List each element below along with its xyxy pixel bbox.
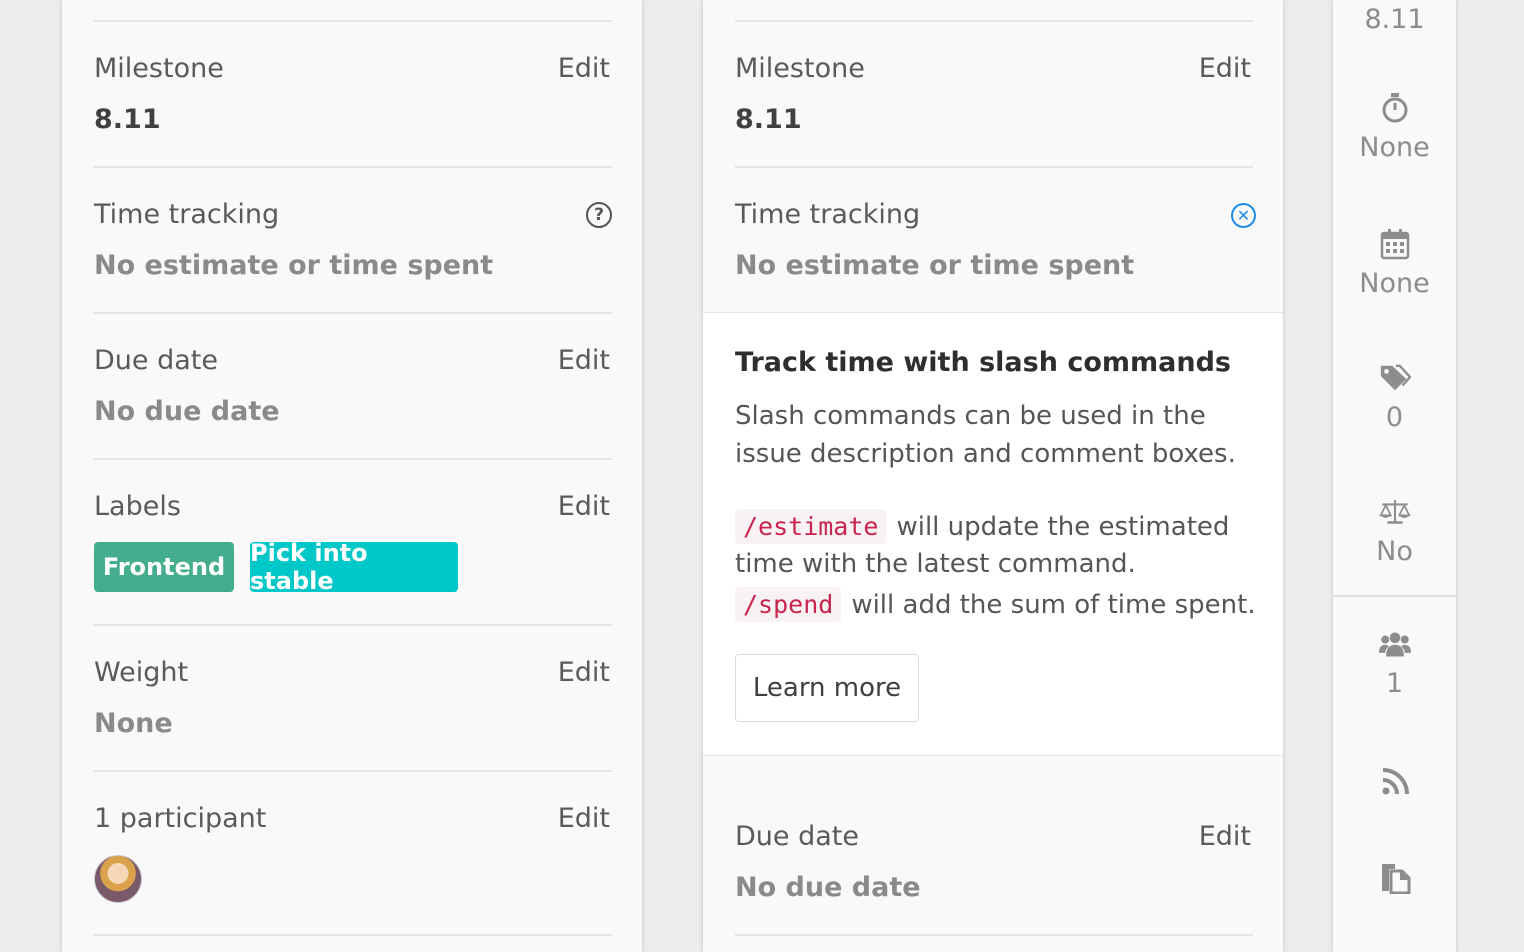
close-circle-icon[interactable]: ✕ — [1231, 203, 1256, 228]
divider — [94, 166, 612, 168]
due-date-label: Due date — [735, 821, 859, 852]
time-tracking-help-popover: Track time with slash commands Slash com… — [703, 312, 1283, 756]
balance-scale-icon — [1378, 496, 1411, 528]
participants-count: 1 — [1385, 668, 1404, 699]
due-date-value: No due date — [94, 396, 280, 427]
divider — [94, 934, 612, 936]
issue-sidebar-left: Milestone Edit 8.11 Time tracking ? No e… — [62, 0, 642, 952]
milestone-label: Milestone — [735, 53, 865, 84]
divider — [94, 312, 612, 314]
estimate-code: /estimate — [735, 509, 887, 544]
participant-avatar[interactable] — [94, 855, 142, 903]
estimate-line-2: time with the latest command. — [735, 549, 1136, 579]
stopwatch-icon — [1379, 92, 1411, 124]
copy-icon — [1379, 862, 1411, 894]
learn-more-button[interactable]: Learn more — [735, 654, 919, 722]
divider — [735, 166, 1253, 168]
estimate-line: /estimate will update the estimated — [735, 509, 1229, 544]
due-date-value: None — [1359, 268, 1430, 299]
collapsed-participants[interactable]: 1 — [1333, 628, 1456, 699]
collapsed-milestone[interactable]: 8.11 — [1333, 4, 1456, 35]
weight-label: Weight — [94, 657, 189, 688]
collapsed-time-tracking[interactable]: None — [1333, 92, 1456, 163]
due-date-label: Due date — [94, 345, 218, 376]
question-circle-icon[interactable]: ? — [586, 202, 612, 228]
divider — [735, 20, 1253, 22]
label-tag-pick-into-stable[interactable]: Pick into stable — [250, 539, 458, 595]
time-tracking-label: Time tracking — [94, 199, 280, 230]
spend-code: /spend — [735, 587, 842, 622]
weight-value: No — [1376, 536, 1413, 567]
divider — [735, 934, 1253, 936]
estimate-text: will update the estimated — [896, 511, 1230, 542]
milestone-edit-link[interactable]: Edit — [1199, 53, 1251, 84]
labels-edit-link[interactable]: Edit — [558, 491, 610, 522]
collapsed-labels[interactable]: 0 — [1333, 362, 1456, 433]
divider — [94, 20, 612, 22]
labels-label: Labels — [94, 491, 181, 522]
popover-title: Track time with slash commands — [735, 347, 1231, 378]
time-tracking-value: None — [1359, 132, 1430, 163]
milestone-value: 8.11 — [735, 104, 802, 135]
milestone-label: Milestone — [94, 53, 224, 84]
participants-edit-link[interactable]: Edit — [558, 803, 610, 834]
spend-text: will add the sum of time spent. — [851, 589, 1256, 620]
collapsed-copy-reference[interactable] — [1333, 862, 1456, 894]
issue-sidebar-middle: Milestone Edit 8.11 Time tracking ✕ No e… — [703, 0, 1283, 952]
popover-description: Slash commands can be used in the issue … — [735, 401, 1236, 469]
due-date-edit-link[interactable]: Edit — [1199, 821, 1251, 852]
users-icon — [1378, 628, 1411, 660]
collapsed-weight[interactable]: No — [1333, 496, 1456, 567]
time-tracking-value: No estimate or time spent — [94, 250, 494, 281]
divider — [94, 624, 612, 626]
due-date-edit-link[interactable]: Edit — [558, 345, 610, 376]
collapsed-due-date[interactable]: None — [1333, 228, 1456, 299]
labels-count: 0 — [1385, 402, 1404, 433]
time-tracking-label: Time tracking — [735, 199, 921, 230]
milestone-value: 8.11 — [94, 104, 161, 135]
calendar-icon — [1379, 228, 1411, 260]
time-tracking-value: No estimate or time spent — [735, 250, 1135, 281]
weight-edit-link[interactable]: Edit — [558, 657, 610, 688]
collapsed-sidebar: 8.11 None None 0 No 1 — [1333, 0, 1456, 952]
divider — [94, 458, 612, 460]
participants-label: 1 participant — [94, 803, 267, 834]
spend-line: /spend will add the sum of time spent. — [735, 587, 1256, 622]
collapsed-subscribe[interactable] — [1333, 766, 1456, 798]
milestone-value: 8.11 — [1364, 4, 1425, 35]
milestone-edit-link[interactable]: Edit — [558, 53, 610, 84]
divider — [1333, 595, 1456, 597]
weight-value: None — [94, 708, 173, 739]
tags-icon — [1379, 362, 1411, 394]
divider — [94, 770, 612, 772]
due-date-value: No due date — [735, 872, 921, 903]
rss-icon — [1379, 766, 1411, 798]
label-tag-frontend[interactable]: Frontend — [94, 542, 234, 592]
